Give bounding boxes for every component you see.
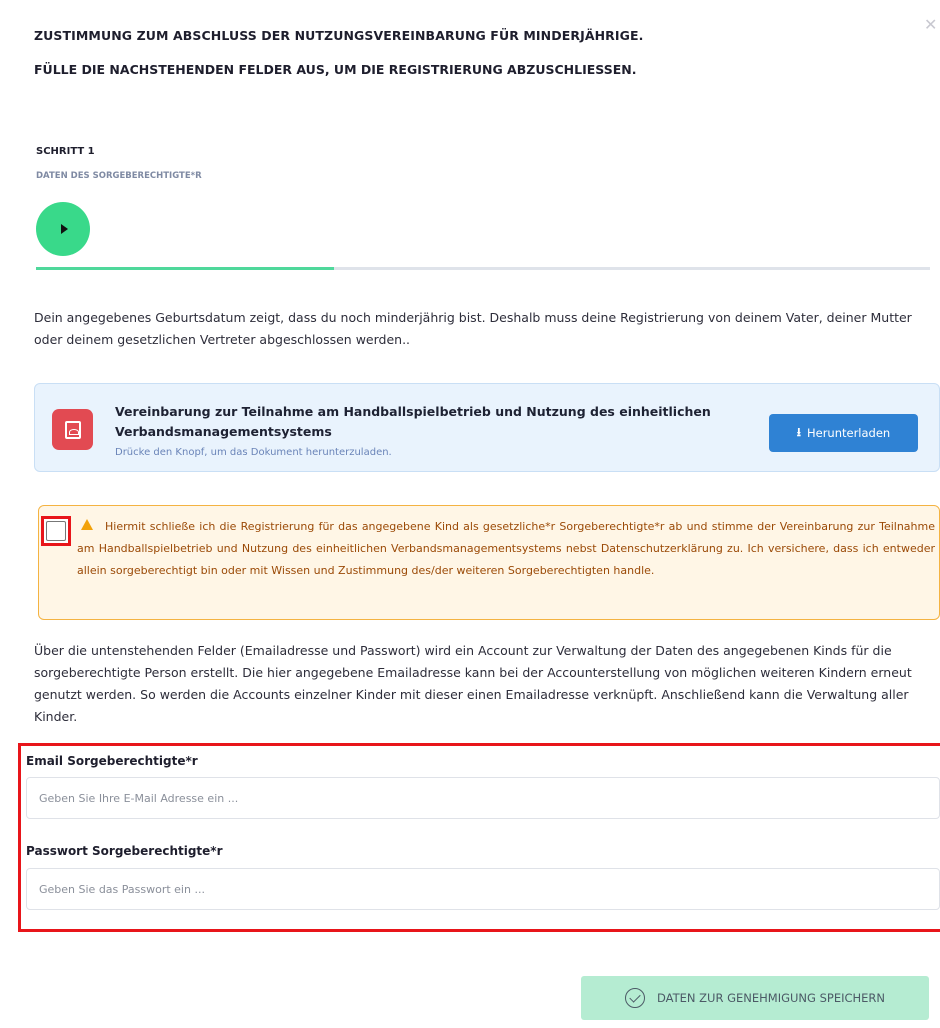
modal-subtitle: FÜLLE DIE NACHSTEHENDEN FELDER AUS, UM D… [34, 62, 637, 77]
document-title: Vereinbarung zur Teilnahme am Handballsp… [115, 404, 711, 439]
step-description: DATEN DES SORGEBERECHTIGTE*R [36, 171, 202, 181]
pdf-icon [52, 409, 93, 450]
consent-text: Hiermit schließe ich die Registrierung f… [77, 520, 935, 577]
email-field[interactable] [26, 777, 940, 819]
password-label: Passwort Sorgeberechtigte*r [26, 844, 223, 858]
email-label: Email Sorgeberechtigte*r [26, 754, 198, 768]
modal-title: ZUSTIMMUNG ZUM ABSCHLUSS DER NUTZUNGSVER… [34, 28, 644, 43]
download-button[interactable]: ⭳ Herunterladen [769, 414, 918, 452]
step-progress-track [36, 267, 930, 270]
close-icon[interactable]: ✕ [924, 17, 938, 33]
play-icon [61, 224, 68, 234]
check-circle-icon [624, 988, 645, 1008]
consent-box: Hiermit schließe ich die Registrierung f… [38, 505, 940, 620]
download-icon: ⭳ [796, 424, 801, 439]
account-info-text: Über die untenstehenden Felder (Emailadr… [34, 643, 912, 724]
document-card: Vereinbarung zur Teilnahme am Handballsp… [34, 383, 940, 472]
password-field[interactable] [26, 868, 940, 910]
download-button-label: Herunterladen [806, 426, 891, 440]
save-for-approval-button[interactable]: DATEN ZUR GENEHMIGUNG SPEICHERN [581, 976, 929, 1020]
save-button-label: DATEN ZUR GENEHMIGUNG SPEICHERN [656, 991, 886, 1005]
intro-text: Dein angegebenes Geburtsdatum zeigt, das… [34, 310, 912, 347]
document-hint: Drücke den Knopf, um das Dokument herunt… [115, 447, 392, 458]
step-progress-fill [36, 267, 334, 270]
step-title: SCHRITT 1 [36, 146, 95, 157]
step-indicator[interactable] [36, 202, 90, 256]
consent-checkbox[interactable] [41, 516, 71, 546]
